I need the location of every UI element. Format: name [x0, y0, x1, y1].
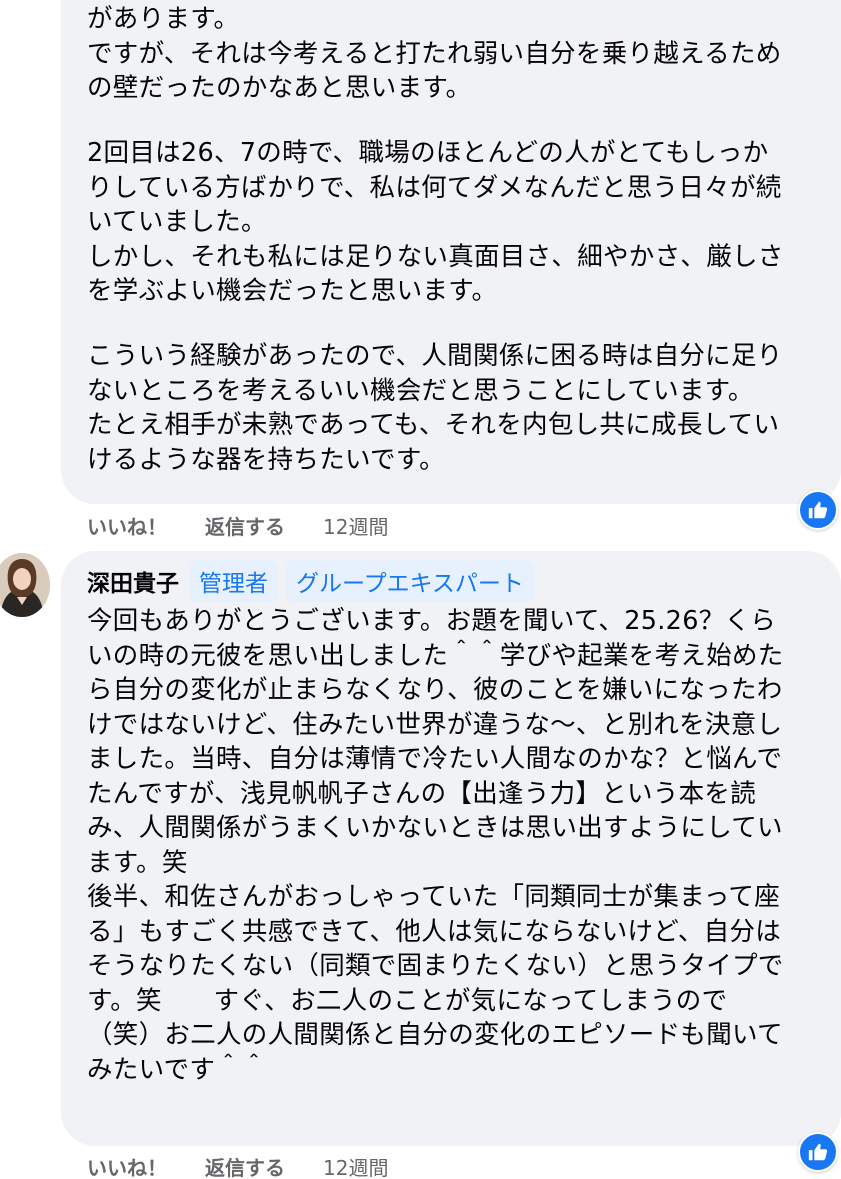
- avatar[interactable]: [0, 553, 50, 617]
- admin-badge[interactable]: 管理者: [189, 560, 278, 602]
- comment-paragraph: があります。 ですが、それは今考えると打たれ弱い自分を乗り越えるため の壁だった…: [87, 4, 782, 103]
- comment-header: 深田貴子 管理者 グループエキスパート: [87, 560, 542, 602]
- like-button[interactable]: いいね！: [87, 1152, 167, 1179]
- author-name[interactable]: 深田貴子: [87, 564, 179, 598]
- comment-bubble: があります。 ですが、それは今考えると打たれ弱い自分を乗り越えるため の壁だった…: [61, 0, 841, 504]
- comment-thread: があります。 ですが、それは今考えると打たれ弱い自分を乗り越えるため の壁だった…: [0, 0, 841, 1179]
- group-expert-badge[interactable]: グループエキスパート: [286, 560, 534, 602]
- comment-paragraph: こういう経験があったので、人間関係に困る時は自分に足り ないところを考えるいい機…: [87, 341, 783, 475]
- comment-actions: いいね！ 返信する 12週間: [87, 511, 388, 540]
- comment-text: 今回もありがとうございます。お題を聞いて、25.26？くら いの時の元彼を思い出…: [87, 606, 784, 1085]
- timestamp[interactable]: 12週間: [323, 511, 388, 540]
- thumbs-up-icon[interactable]: [798, 1132, 838, 1172]
- thumbs-up-icon[interactable]: [798, 490, 838, 530]
- comment-bubble: 深田貴子 管理者 グループエキスパート 今回もありがとうございます。お題を聞いて…: [61, 551, 841, 1146]
- comment-paragraph: 2回目は26、7の時で、職場のほとんどの人がとてもしっか りしている方ばかりで、…: [87, 138, 784, 306]
- like-button[interactable]: いいね！: [87, 511, 167, 540]
- timestamp[interactable]: 12週間: [323, 1152, 388, 1179]
- comment-actions: いいね！ 返信する 12週間: [87, 1152, 388, 1179]
- reply-button[interactable]: 返信する: [205, 511, 285, 540]
- reply-button[interactable]: 返信する: [205, 1152, 285, 1179]
